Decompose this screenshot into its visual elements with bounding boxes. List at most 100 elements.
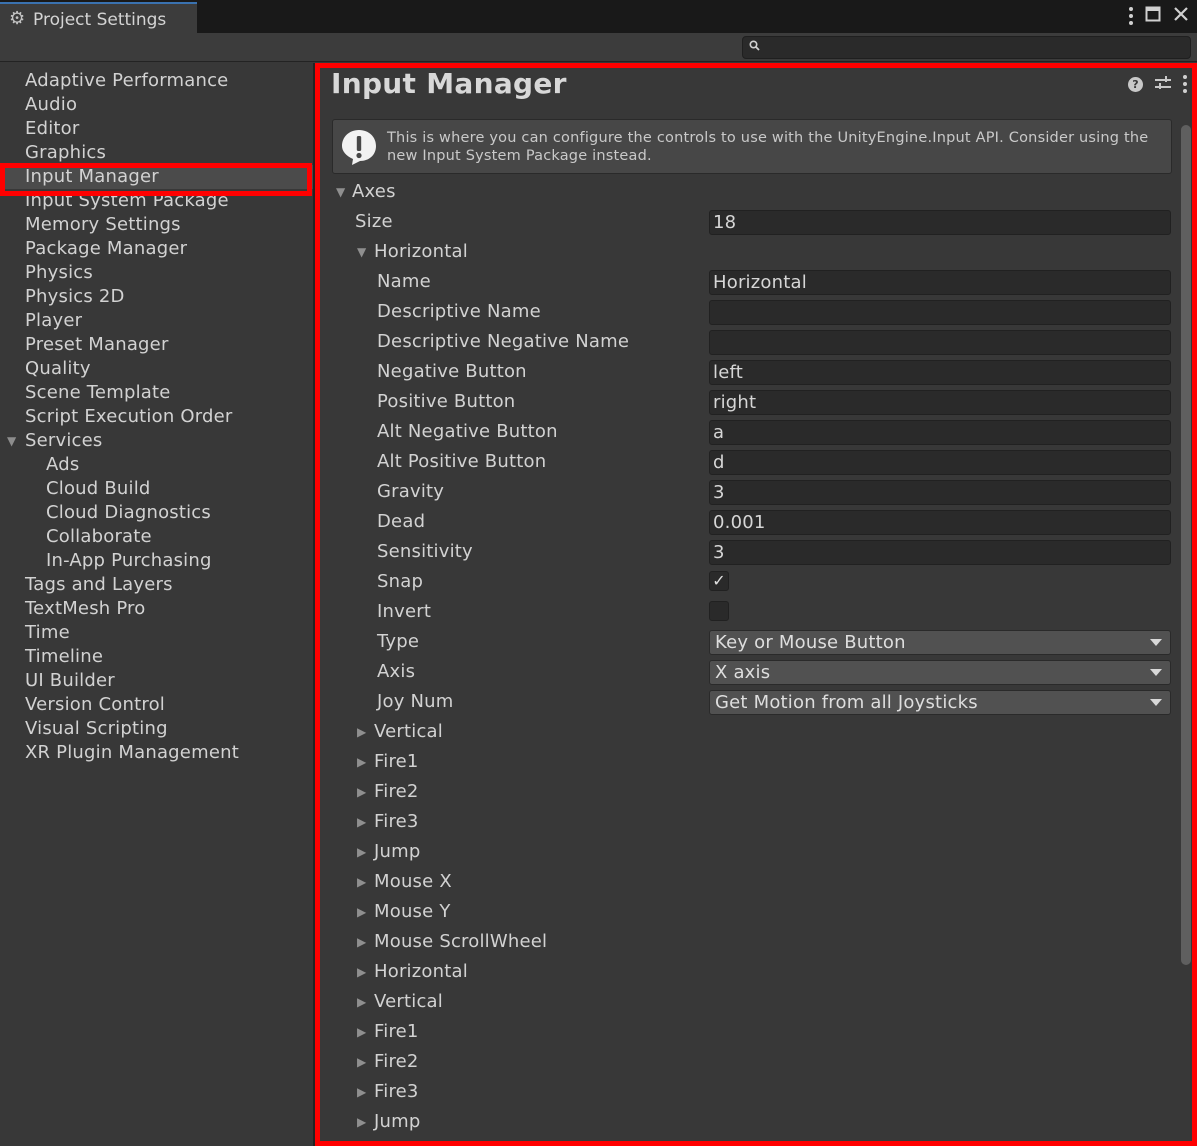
sidebar-item-scene-template[interactable]: Scene Template <box>0 381 313 405</box>
sidebar-item-label: Tags and Layers <box>25 574 173 595</box>
sidebar-item-ads[interactable]: Ads <box>0 453 313 477</box>
sidebar-item-services[interactable]: ▼ Services <box>0 429 313 453</box>
sidebar-item-ui-builder[interactable]: UI Builder <box>0 669 313 693</box>
sidebar-item-visual-scripting[interactable]: Visual Scripting <box>0 717 313 741</box>
axis-foldout-fire1[interactable]: ▶ Fire1 <box>315 1017 1175 1047</box>
sidebar-item-time[interactable]: Time <box>0 621 313 645</box>
vertical-scrollbar[interactable] <box>1181 63 1191 1075</box>
axis-foldout-mouse-y[interactable]: ▶ Mouse Y <box>315 897 1175 927</box>
property-label: Sensitivity <box>377 541 473 562</box>
sidebar-item-label: Time <box>25 622 70 643</box>
foldout-collapsed-icon[interactable]: ▶ <box>357 755 366 769</box>
sidebar-item-version-control[interactable]: Version Control <box>0 693 313 717</box>
foldout-collapsed-icon[interactable]: ▶ <box>357 965 366 979</box>
search-input[interactable] <box>765 39 1185 56</box>
axis-dropdown[interactable]: X axis <box>709 660 1171 685</box>
foldout-collapsed-icon[interactable]: ▶ <box>357 1055 366 1069</box>
sidebar-item-cloud-diagnostics[interactable]: Cloud Diagnostics <box>0 501 313 525</box>
maximize-icon[interactable] <box>1145 6 1161 27</box>
tab-project-settings[interactable]: ⚙ Project Settings <box>0 2 197 33</box>
axis-foldout-vertical[interactable]: ▶ Vertical <box>315 717 1175 747</box>
sidebar-item-collaborate[interactable]: Collaborate <box>0 525 313 549</box>
sidebar-item-script-execution-order[interactable]: Script Execution Order <box>0 405 313 429</box>
foldout-collapsed-icon[interactable]: ▶ <box>357 725 366 739</box>
sensitivity-field[interactable]: 3 <box>709 540 1171 565</box>
sidebar-item-player[interactable]: Player <box>0 309 313 333</box>
gravity-field[interactable]: 3 <box>709 480 1171 505</box>
sidebar-item-in-app-purchasing[interactable]: In-App Purchasing <box>0 549 313 573</box>
axis-foldout-fire1[interactable]: ▶ Fire1 <box>315 747 1175 777</box>
help-icon[interactable]: ? <box>1128 76 1143 92</box>
sidebar-item-physics-2d[interactable]: Physics 2D <box>0 285 313 309</box>
axis-foldout-mouse-scrollwheel[interactable]: ▶ Mouse ScrollWheel <box>315 927 1175 957</box>
axes-foldout[interactable]: ▼ Axes <box>315 177 1175 207</box>
foldout-expanded-icon[interactable]: ▼ <box>7 429 16 453</box>
foldout-collapsed-icon[interactable]: ▶ <box>357 815 366 829</box>
sidebar-item-adaptive-performance[interactable]: Adaptive Performance <box>0 69 313 93</box>
sidebar-item-input-system-package[interactable]: Input System Package <box>0 189 313 213</box>
foldout-collapsed-icon[interactable]: ▶ <box>357 935 366 949</box>
joy-num-dropdown[interactable]: Get Motion from all Joysticks <box>709 690 1171 715</box>
property-row-axis: Axis X axis <box>315 657 1175 687</box>
invert-checkbox[interactable] <box>709 601 729 621</box>
foldout-collapsed-icon[interactable]: ▶ <box>357 995 366 1009</box>
descriptive-name-field[interactable] <box>709 300 1171 325</box>
axis-foldout-fire3[interactable]: ▶ Fire3 <box>315 807 1175 837</box>
sidebar-item-tags-and-layers[interactable]: Tags and Layers <box>0 573 313 597</box>
size-field[interactable]: 18 <box>709 210 1171 235</box>
foldout-expanded-icon[interactable]: ▼ <box>336 185 345 199</box>
axis-foldout-jump[interactable]: ▶ Jump <box>315 1107 1175 1137</box>
property-label: Fire2 <box>374 1051 419 1072</box>
snap-checkbox[interactable]: ✓ <box>709 571 729 591</box>
close-icon[interactable] <box>1173 6 1189 27</box>
axis-foldout-jump[interactable]: ▶ Jump <box>315 837 1175 867</box>
sidebar-item-timeline[interactable]: Timeline <box>0 645 313 669</box>
property-row-negative-button: Negative Button left <box>315 357 1175 387</box>
property-label: Horizontal <box>374 241 468 262</box>
name-field[interactable]: Horizontal <box>709 270 1171 295</box>
sidebar-item-textmesh-pro[interactable]: TextMesh Pro <box>0 597 313 621</box>
dead-field[interactable]: 0.001 <box>709 510 1171 535</box>
sidebar-item-memory-settings[interactable]: Memory Settings <box>0 213 313 237</box>
axis-foldout-fire2[interactable]: ▶ Fire2 <box>315 777 1175 807</box>
negative-button-field[interactable]: left <box>709 360 1171 385</box>
foldout-collapsed-icon[interactable]: ▶ <box>357 785 366 799</box>
positive-button-field[interactable]: right <box>709 390 1171 415</box>
descriptive-negative-name-field[interactable] <box>709 330 1171 355</box>
axis-foldout-fire2[interactable]: ▶ Fire2 <box>315 1047 1175 1077</box>
sidebar-item-label: XR Plugin Management <box>25 742 239 763</box>
foldout-collapsed-icon[interactable]: ▶ <box>357 875 366 889</box>
sidebar-item-physics[interactable]: Physics <box>0 261 313 285</box>
sidebar-item-input-manager[interactable]: Input Manager <box>0 165 313 189</box>
axis-foldout-fire3[interactable]: ▶ Fire3 <box>315 1077 1175 1107</box>
foldout-collapsed-icon[interactable]: ▶ <box>357 1025 366 1039</box>
axis-foldout-horizontal[interactable]: ▶ Horizontal <box>315 957 1175 987</box>
sidebar-item-graphics[interactable]: Graphics <box>0 141 313 165</box>
property-label: Alt Positive Button <box>377 451 547 472</box>
foldout-expanded-icon[interactable]: ▼ <box>357 245 366 259</box>
sidebar-item-editor[interactable]: Editor <box>0 117 313 141</box>
axis-foldout-mouse-x[interactable]: ▶ Mouse X <box>315 867 1175 897</box>
sidebar-item-quality[interactable]: Quality <box>0 357 313 381</box>
type-dropdown[interactable]: Key or Mouse Button <box>709 630 1171 655</box>
property-label: Descriptive Name <box>377 301 541 322</box>
alt-negative-button-field[interactable]: a <box>709 420 1171 445</box>
foldout-collapsed-icon[interactable]: ▶ <box>357 1115 366 1129</box>
axis-foldout-vertical[interactable]: ▶ Vertical <box>315 987 1175 1017</box>
more-options-icon[interactable] <box>1129 7 1133 25</box>
foldout-collapsed-icon[interactable]: ▶ <box>357 1085 366 1099</box>
sidebar-item-cloud-build[interactable]: Cloud Build <box>0 477 313 501</box>
search-box[interactable] <box>742 36 1191 59</box>
foldout-collapsed-icon[interactable]: ▶ <box>357 905 366 919</box>
property-label: Vertical <box>374 721 443 742</box>
alt-positive-button-field[interactable]: d <box>709 450 1171 475</box>
sidebar-item-xr-plugin-management[interactable]: XR Plugin Management <box>0 741 313 765</box>
foldout-collapsed-icon[interactable]: ▶ <box>357 845 366 859</box>
axis-foldout-horizontal[interactable]: ▼ Horizontal <box>315 237 1175 267</box>
presets-icon[interactable] <box>1155 76 1171 92</box>
sidebar-item-preset-manager[interactable]: Preset Manager <box>0 333 313 357</box>
page-title: Input Manager <box>331 67 567 100</box>
sidebar-item-package-manager[interactable]: Package Manager <box>0 237 313 261</box>
scrollbar-thumb[interactable] <box>1181 125 1191 965</box>
sidebar-item-audio[interactable]: Audio <box>0 93 313 117</box>
